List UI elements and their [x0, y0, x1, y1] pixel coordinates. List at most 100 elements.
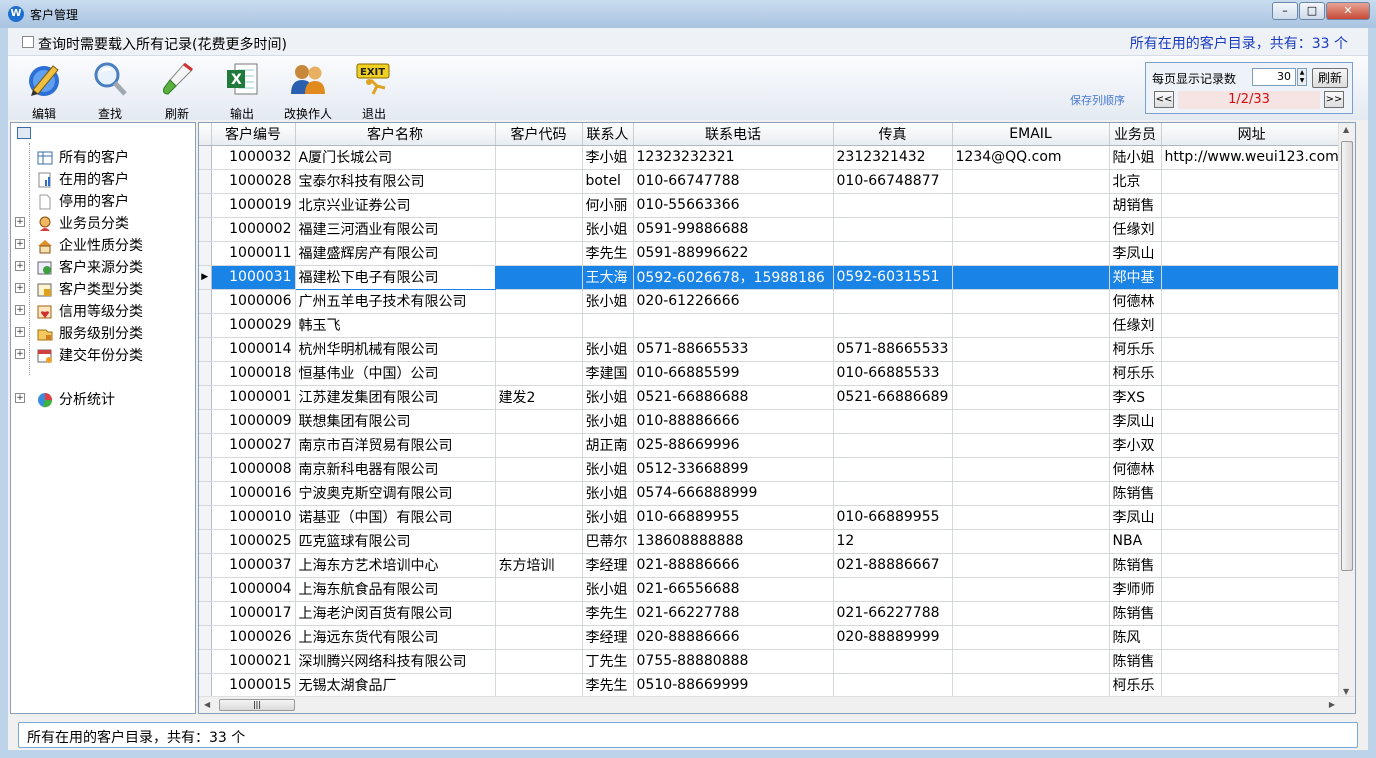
table-cell[interactable]: 1000037 — [211, 553, 296, 578]
change-operator-button[interactable]: 改换作人 — [276, 60, 340, 121]
table-cell[interactable]: 联想集团有限公司 — [295, 409, 496, 434]
table-cell[interactable]: 1000028 — [211, 169, 296, 194]
table-cell[interactable] — [1161, 193, 1343, 218]
row-indicator[interactable] — [199, 481, 212, 506]
table-cell[interactable]: 南京新科电器有限公司 — [295, 457, 496, 482]
table-cell[interactable]: 江苏建发集团有限公司 — [295, 385, 496, 410]
scroll-up-icon[interactable]: ▲ — [1343, 125, 1349, 134]
load-all-label[interactable]: 查询时需要载入所有记录(花费更多时间) — [38, 34, 287, 54]
table-cell[interactable] — [495, 265, 583, 290]
table-row[interactable]: 1000032 A厦门长城公司 李小姐 12323232321 2312321432 12… — [199, 145, 1343, 170]
table-cell[interactable] — [952, 169, 1110, 194]
table-cell[interactable]: 021-88886666 — [633, 553, 834, 578]
maximize-button[interactable]: □ — [1299, 2, 1325, 20]
table-row[interactable]: 1000004 上海东航食品有限公司 张小姐 021-66556688 李师师 — [199, 577, 1343, 602]
table-cell[interactable] — [833, 457, 953, 482]
table-cell[interactable]: 宁波奥克斯空调有限公司 — [295, 481, 496, 506]
minimize-button[interactable]: – — [1272, 2, 1298, 20]
table-row[interactable]: 1000002 福建三河酒业有限公司 张小姐 0591-99886688 任缘刘 — [199, 217, 1343, 242]
table-cell[interactable] — [952, 241, 1110, 266]
table-cell[interactable] — [1161, 265, 1343, 290]
expand-icon[interactable]: + — [15, 217, 25, 227]
table-cell[interactable]: 1000019 — [211, 193, 296, 218]
table-cell[interactable]: 1000032 — [211, 145, 296, 170]
row-indicator[interactable] — [199, 601, 212, 626]
table-cell[interactable] — [952, 313, 1110, 338]
table-cell[interactable] — [952, 337, 1110, 362]
table-cell[interactable]: 李建国 — [582, 361, 634, 386]
table-cell[interactable] — [1161, 553, 1343, 578]
row-indicator[interactable] — [199, 145, 212, 170]
table-cell[interactable]: 何小丽 — [582, 193, 634, 218]
load-all-checkbox[interactable] — [22, 36, 34, 48]
table-cell[interactable] — [952, 601, 1110, 626]
table-cell[interactable]: 匹克篮球有限公司 — [295, 529, 496, 554]
table-cell[interactable]: 恒基伟业（中国）公司 — [295, 361, 496, 386]
table-cell[interactable]: 0591-88996622 — [633, 241, 834, 266]
table-cell[interactable]: 1000009 — [211, 409, 296, 434]
table-cell[interactable]: 陆小姐 — [1109, 145, 1162, 170]
table-cell[interactable]: 021-88886667 — [833, 553, 953, 578]
find-button[interactable]: 查找 — [78, 60, 142, 121]
table-cell[interactable]: 1000021 — [211, 649, 296, 674]
row-indicator[interactable] — [199, 361, 212, 386]
table-cell[interactable]: 任缘刘 — [1109, 313, 1162, 338]
table-row[interactable]: 1000016 宁波奥克斯空调有限公司 张小姐 0574-666888999 陈销售 — [199, 481, 1343, 506]
table-cell[interactable] — [952, 265, 1110, 290]
table-cell[interactable]: 1000025 — [211, 529, 296, 554]
table-cell[interactable]: 020-88889999 — [833, 625, 953, 650]
table-cell[interactable]: 上海东方艺术培训中心 — [295, 553, 496, 578]
table-cell[interactable]: 0574-666888999 — [633, 481, 834, 506]
table-cell[interactable]: 1000031 — [211, 265, 296, 290]
table-cell[interactable] — [952, 433, 1110, 458]
table-cell[interactable] — [1161, 409, 1343, 434]
table-cell[interactable] — [1161, 313, 1343, 338]
tree-item-salesperson[interactable]: + 业务员分类 — [15, 213, 129, 233]
table-cell[interactable]: 任缘刘 — [1109, 217, 1162, 242]
table-cell[interactable] — [952, 553, 1110, 578]
table-cell[interactable]: 张小姐 — [582, 385, 634, 410]
table-cell[interactable] — [952, 505, 1110, 530]
table-cell[interactable]: 李凤山 — [1109, 505, 1162, 530]
table-cell[interactable] — [952, 289, 1110, 314]
table-cell[interactable] — [633, 313, 834, 338]
table-row[interactable]: 1000025 匹克篮球有限公司 巴蒂尔 138608888888 12 NBA — [199, 529, 1343, 554]
row-indicator[interactable] — [199, 193, 212, 218]
vertical-scroll-thumb[interactable] — [1341, 141, 1353, 571]
row-indicator[interactable] — [199, 505, 212, 530]
table-cell[interactable] — [495, 193, 583, 218]
table-cell[interactable] — [952, 409, 1110, 434]
table-cell[interactable]: 上海老沪闵百货有限公司 — [295, 601, 496, 626]
table-row[interactable]: 1000026 上海远东货代有限公司 李经理 020-88886666 020-8888… — [199, 625, 1343, 650]
table-cell[interactable]: 陈风 — [1109, 625, 1162, 650]
table-cell[interactable]: 1234@QQ.com — [952, 145, 1110, 170]
table-cell[interactable] — [495, 673, 583, 698]
table-cell[interactable] — [833, 289, 953, 314]
expand-icon[interactable]: + — [15, 349, 25, 359]
row-indicator[interactable] — [199, 289, 212, 314]
table-cell[interactable] — [495, 145, 583, 170]
table-cell[interactable] — [952, 577, 1110, 602]
table-cell[interactable]: 广州五羊电子技术有限公司 — [295, 289, 496, 314]
table-cell[interactable]: 2312321432 — [833, 145, 953, 170]
table-cell[interactable]: 陈销售 — [1109, 601, 1162, 626]
scroll-left-icon[interactable]: ◀ — [204, 700, 210, 709]
column-header[interactable]: 业务员 — [1109, 123, 1162, 146]
table-row[interactable]: 1000037 上海东方艺术培训中心 东方培训 李经理 021-88886666 021-… — [199, 553, 1343, 578]
table-cell[interactable] — [833, 217, 953, 242]
table-cell[interactable]: 杭州华明机械有限公司 — [295, 337, 496, 362]
table-cell[interactable] — [952, 649, 1110, 674]
table-cell[interactable]: 李小姐 — [582, 145, 634, 170]
table-cell[interactable] — [952, 385, 1110, 410]
table-cell[interactable] — [833, 649, 953, 674]
table-row[interactable]: 1000008 南京新科电器有限公司 张小姐 0512-33668899 何德林 — [199, 457, 1343, 482]
table-cell[interactable] — [1161, 505, 1343, 530]
table-cell[interactable] — [833, 577, 953, 602]
table-cell[interactable] — [495, 289, 583, 314]
table-cell[interactable]: 1000002 — [211, 217, 296, 242]
table-cell[interactable]: 上海东航食品有限公司 — [295, 577, 496, 602]
table-row[interactable]: 1000010 诺基亚（中国）有限公司 张小姐 010-66889955 010-668… — [199, 505, 1343, 530]
table-cell[interactable]: 柯乐乐 — [1109, 673, 1162, 698]
table-cell[interactable]: 李先生 — [582, 673, 634, 698]
row-indicator[interactable] — [199, 385, 212, 410]
